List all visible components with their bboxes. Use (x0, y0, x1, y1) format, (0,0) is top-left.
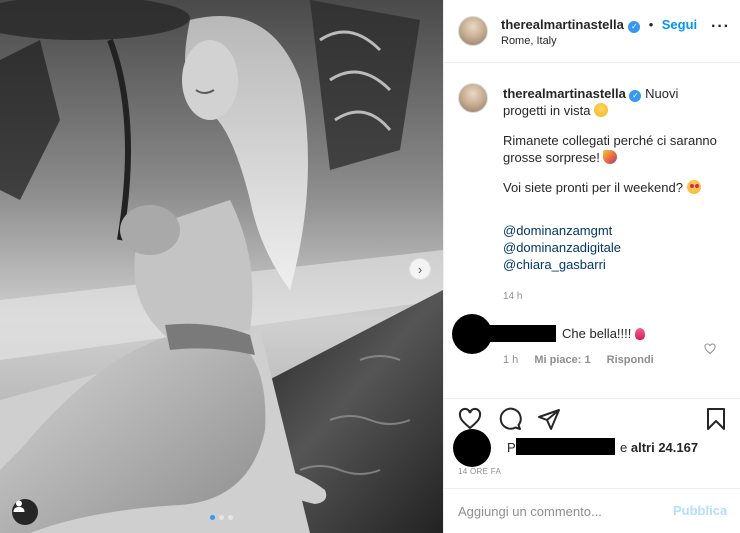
share-icon[interactable] (537, 407, 561, 431)
caption-timestamp: 14 h (503, 291, 523, 302)
likes-count: e altri 24.167 (620, 440, 698, 455)
carousel-dot-1 (210, 515, 215, 520)
chevron-right-icon: › (417, 261, 423, 277)
heart-eyes-emoji-icon (686, 180, 701, 194)
post-header: therealmartinastella ✓ • Segui Rome, Ita… (444, 0, 740, 63)
carousel-dot-3 (228, 515, 233, 520)
likes-others-link[interactable]: altri 24.167 (631, 440, 698, 455)
post-location[interactable]: Rome, Italy (501, 35, 557, 47)
carousel-dot-2 (219, 515, 224, 520)
header-name-row: therealmartinastella ✓ • Segui (501, 16, 697, 34)
photo-illustration (0, 0, 443, 533)
heart-icon[interactable] (458, 407, 482, 431)
tagged-users-button[interactable] (12, 499, 38, 525)
comment-meta: 1 h Mi piace: 1 Rispondi (503, 354, 667, 366)
mention-link[interactable]: @chiara_gasbarri (503, 257, 606, 272)
comment-likes-button[interactable]: Mi piace: 1 (534, 354, 590, 366)
post-side-panel: therealmartinastella ✓ • Segui Rome, Ita… (443, 0, 740, 533)
header-separator: • (648, 17, 654, 32)
publish-button[interactable]: Pubblica (673, 503, 727, 518)
tulip-emoji-icon (635, 328, 645, 340)
party-popper-emoji-icon (603, 150, 618, 164)
mention-link[interactable]: @dominanzadigitale (503, 240, 621, 255)
bookmark-icon[interactable] (704, 407, 728, 431)
redacted-liker-name (516, 438, 615, 455)
person-icon (13, 500, 25, 512)
header-username[interactable]: therealmartinastella (501, 17, 624, 32)
post-timestamp: 14 ORE FA (458, 467, 502, 476)
redacted-username (481, 325, 556, 342)
next-slide-button[interactable]: › (409, 258, 431, 280)
redacted-liker-avatar (453, 429, 491, 467)
caption-username[interactable]: therealmartinastella (503, 86, 626, 101)
comment-time: 1 h (503, 354, 519, 366)
mention-link[interactable]: @dominanzamgmt (503, 223, 612, 238)
smiling-face-emoji-icon (594, 103, 609, 117)
author-avatar[interactable] (458, 16, 488, 46)
comment-text: Che bella!!!! (562, 326, 645, 341)
comment-icon[interactable] (498, 407, 522, 431)
follow-button[interactable]: Segui (662, 17, 697, 32)
likes-connector: e (620, 440, 628, 455)
verified-badge-icon: ✓ (628, 21, 641, 33)
verified-badge-icon: ✓ (629, 90, 642, 102)
comment-item: Che bella!!!! 1 h Mi piace: 1 Rispondi (444, 310, 740, 370)
comment-reply-button[interactable]: Rispondi (607, 354, 654, 366)
comment-input[interactable] (458, 501, 658, 521)
comment-body: Che bella!!!! (562, 326, 632, 341)
add-comment-bar: Pubblica (444, 488, 740, 533)
likes-summary: Piace e altri 24.167 (444, 429, 740, 467)
comment-heart-icon[interactable] (704, 343, 716, 355)
caption-text: therealmartinastella ✓ Nuovi progetti in… (503, 85, 725, 273)
post-photo[interactable]: › (0, 0, 443, 533)
caption-avatar[interactable] (458, 83, 488, 113)
post-actions: Piace e altri 24.167 14 ORE FA (444, 398, 740, 488)
more-options-icon[interactable]: ··· (711, 19, 730, 35)
caption-line-3: Voi siete pronti per il weekend? (503, 180, 683, 195)
caption-block: therealmartinastella ✓ Nuovi progetti in… (444, 63, 740, 398)
carousel-indicator (210, 515, 233, 520)
